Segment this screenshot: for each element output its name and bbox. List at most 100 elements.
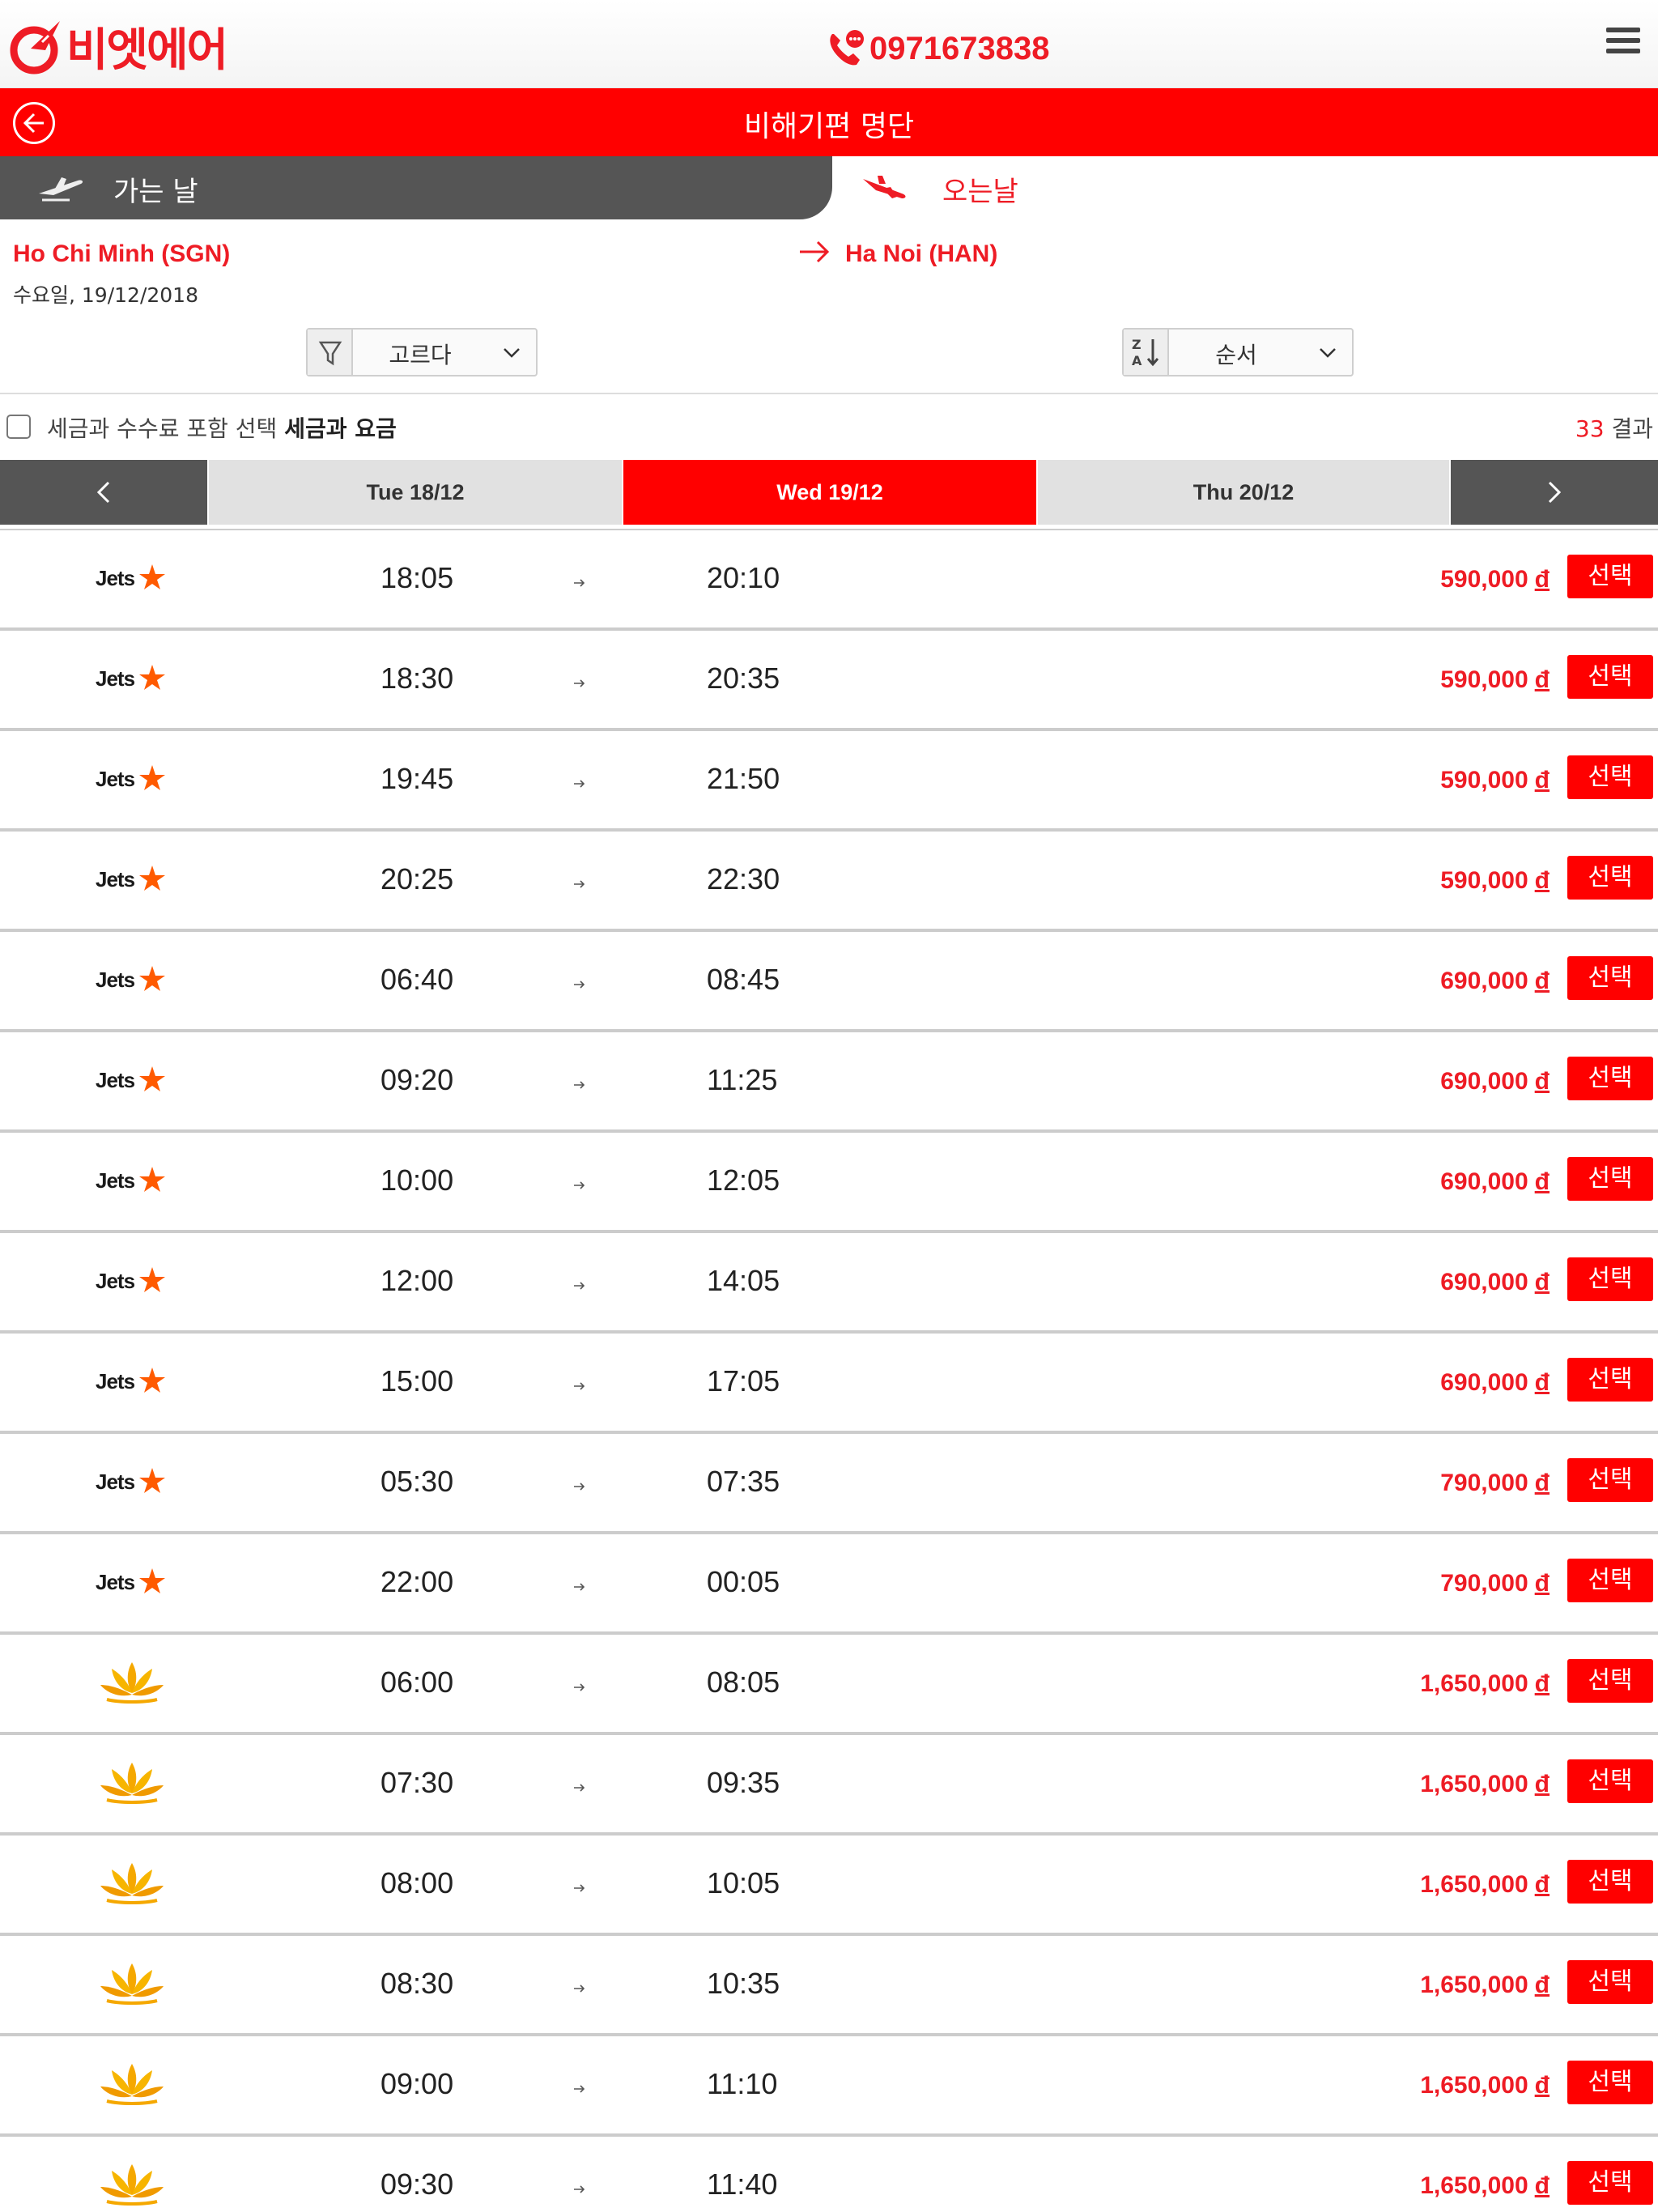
fare-price: 790,000 đ (1440, 1570, 1550, 1597)
date-tab-next[interactable]: Thu 20/12 (1038, 460, 1449, 525)
flight-row: Jets 06:40 08:45 690,000 đ 선택 (0, 930, 1658, 1031)
currency-symbol: đ (1534, 1570, 1550, 1597)
tab-outbound[interactable]: 가는 날 (0, 156, 832, 219)
select-flight-button[interactable]: 선택 (1567, 1960, 1653, 2004)
lotus-logo-icon (96, 2159, 168, 2210)
hotline[interactable]: 0971673838 (824, 28, 1049, 70)
jetstar-logo-text: Jets (96, 968, 135, 992)
origin-city: Ho Chi Minh (SGN) (13, 240, 231, 267)
select-flight-button[interactable]: 선택 (1567, 1559, 1653, 1602)
phone-icon (830, 30, 864, 66)
currency-symbol: đ (1534, 968, 1550, 994)
departure-time: 08:00 (380, 1866, 454, 1899)
fare-amount: 1,650,000 (1420, 1871, 1528, 1898)
fare-price: 690,000 đ (1440, 1369, 1550, 1397)
arrival-time: 00:05 (707, 1565, 780, 1598)
tax-checkbox[interactable] (6, 415, 31, 439)
lotus-logo-icon (96, 1858, 168, 1908)
select-flight-button[interactable]: 선택 (1567, 1458, 1653, 1502)
sort-dropdown[interactable]: Z A 순서 (1122, 328, 1354, 376)
flight-row: Jets 05:30 07:35 790,000 đ 선택 (0, 1432, 1658, 1533)
filter-dropdown[interactable]: 고르다 (306, 328, 538, 376)
fare-price: 690,000 đ (1440, 968, 1550, 995)
filter-label: 고르다 (389, 342, 452, 368)
jetstar-logo-text: Jets (96, 867, 135, 891)
departure-time: 19:45 (380, 762, 454, 795)
jetstar-logo-icon: Jets (96, 1557, 168, 1607)
fare-amount: 690,000 (1440, 1068, 1528, 1095)
departure-time: 18:05 (380, 561, 454, 594)
select-flight-button[interactable]: 선택 (1567, 655, 1653, 699)
site-logo[interactable]: 비엣에어 (10, 10, 228, 83)
tab-return[interactable]: 오는날 (832, 156, 1658, 219)
select-flight-button[interactable]: 선택 (1567, 1157, 1653, 1201)
fare-price: 590,000 đ (1440, 767, 1550, 794)
fare-price: 1,650,000 đ (1420, 1972, 1550, 1999)
next-date-button[interactable] (1451, 460, 1658, 525)
fare-amount: 790,000 (1440, 1470, 1528, 1496)
fare-price: 1,650,000 đ (1420, 1871, 1550, 1899)
date-tab-current[interactable]: Wed 19/12 (623, 460, 1036, 525)
departure-time: 10:00 (380, 1163, 454, 1197)
arrival-time: 14:05 (707, 1264, 780, 1297)
select-flight-button[interactable]: 선택 (1567, 2161, 1653, 2205)
arrival-time: 09:35 (707, 1766, 780, 1799)
flight-row: 07:30 09:35 1,650,000 đ 선택 (0, 1733, 1658, 1834)
departure-time: 06:00 (380, 1665, 454, 1699)
arrow-right-icon (573, 1680, 586, 1695)
sort-label: 순서 (1215, 342, 1257, 368)
menu-icon[interactable] (1606, 28, 1640, 60)
filter-icon (308, 330, 353, 375)
lotus-logo-icon (96, 1959, 168, 2009)
currency-symbol: đ (1534, 1168, 1550, 1195)
jetstar-logo-icon: Jets (96, 854, 168, 904)
arrow-right-icon (573, 2182, 586, 2197)
plane-takeoff-icon (39, 177, 83, 202)
select-flight-button[interactable]: 선택 (1567, 755, 1653, 799)
arrival-time: 21:50 (707, 762, 780, 795)
arrow-right-icon (573, 1078, 586, 1093)
arrow-right-icon (573, 776, 586, 792)
currency-symbol: đ (1534, 666, 1550, 693)
jetstar-logo-text: Jets (96, 1570, 135, 1594)
title-bar: 비해기편 명단 (0, 88, 1658, 156)
tab-outbound-label: 가는 날 (113, 176, 198, 208)
select-flight-button[interactable]: 선택 (1567, 1257, 1653, 1301)
jetstar-logo-icon: Jets (96, 754, 168, 804)
page-title: 비해기편 명단 (743, 110, 915, 143)
select-flight-button[interactable]: 선택 (1567, 856, 1653, 900)
arrow-right-icon (573, 877, 586, 892)
date-tab-prev[interactable]: Tue 18/12 (209, 460, 622, 525)
fare-amount: 590,000 (1440, 867, 1528, 894)
arrow-right-icon (573, 1881, 586, 1896)
top-header: 비엣에어 0971673838 (0, 0, 1658, 88)
currency-symbol: đ (1534, 1068, 1550, 1095)
trip-tabs: 가는 날 오는날 (0, 156, 1658, 219)
prev-date-button[interactable] (0, 460, 207, 525)
arrow-right-icon (573, 1981, 586, 1997)
flight-row: 08:30 10:35 1,650,000 đ 선택 (0, 1934, 1658, 2035)
select-flight-button[interactable]: 선택 (1567, 2061, 1653, 2104)
select-flight-button[interactable]: 선택 (1567, 1358, 1653, 1402)
select-flight-button[interactable]: 선택 (1567, 1860, 1653, 1904)
fare-price: 690,000 đ (1440, 1068, 1550, 1095)
currency-symbol: đ (1534, 2072, 1550, 2099)
currency-symbol: đ (1534, 566, 1550, 593)
select-flight-button[interactable]: 선택 (1567, 1759, 1653, 1803)
jetstar-logo-text: Jets (96, 767, 135, 791)
arrival-time: 10:05 (707, 1866, 780, 1899)
jetstar-logo-text: Jets (96, 1470, 135, 1494)
select-flight-button[interactable]: 선택 (1567, 1057, 1653, 1100)
arrow-right-icon (573, 1379, 586, 1394)
jetstar-logo-icon: Jets (96, 955, 168, 1005)
results-label: 결과 (1611, 415, 1653, 442)
arrow-right-icon (573, 1278, 586, 1294)
results-count: 33 결과 (1575, 411, 1653, 444)
select-flight-button[interactable]: 선택 (1567, 555, 1653, 598)
select-flight-button[interactable]: 선택 (1567, 956, 1653, 1000)
select-flight-button[interactable]: 선택 (1567, 1659, 1653, 1703)
currency-symbol: đ (1534, 767, 1550, 793)
flight-row: 09:00 11:10 1,650,000 đ 선택 (0, 2035, 1658, 2135)
currency-symbol: đ (1534, 1771, 1550, 1797)
chevron-down-icon (504, 348, 520, 358)
